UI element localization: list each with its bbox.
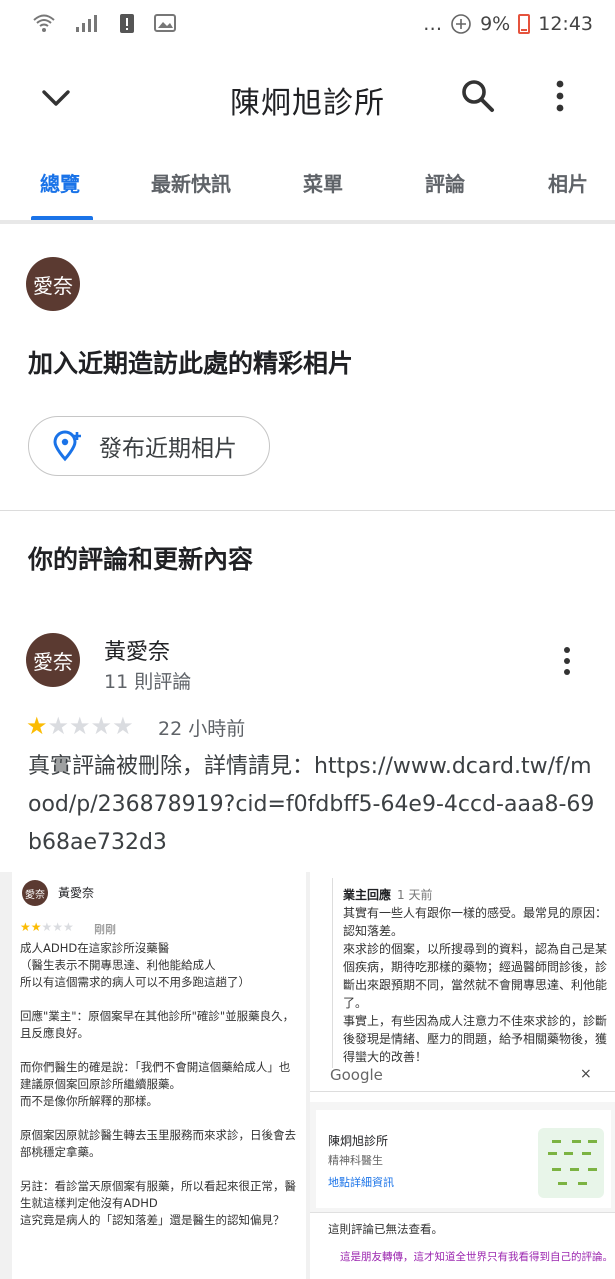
avatar: 愛奈: [26, 257, 80, 311]
review-attachment-image[interactable]: 愛奈 黃愛奈 ★★★★★ 剛剛 成人ADHD在這家診所沒藥醫 （醫生表示不開專思…: [0, 872, 615, 1279]
notice-text: 這則評論已無法查看。: [328, 1222, 443, 1236]
search-icon[interactable]: [460, 78, 496, 114]
signal-icon: [76, 15, 97, 32]
star-icon: ★: [26, 712, 48, 740]
star-icon: ★: [47, 712, 70, 740]
alert-icon: [120, 14, 134, 33]
tab-bar: 總覽 最新快訊 菜單 評論 相片: [0, 150, 615, 224]
review-time: 22 小時前: [158, 718, 246, 740]
photo-section-title: 加入近期造訪此處的精彩相片: [28, 349, 354, 378]
tab-overview[interactable]: 總覽: [40, 168, 80, 197]
owner-reply-time: 1 天前: [397, 888, 433, 902]
mini-map: [538, 1128, 604, 1198]
tab-photos[interactable]: 相片: [548, 168, 588, 197]
embedded-time: 剛剛: [94, 923, 116, 936]
reviewer-name[interactable]: 黃愛奈: [104, 634, 170, 666]
place-details-link: 地點詳細資訊: [328, 1176, 394, 1189]
status-icons-right: … 9% 12:43: [423, 13, 593, 35]
star-icon: ★: [90, 712, 113, 740]
post-photo-label: 發布近期相片: [99, 436, 237, 462]
close-icon: ×: [580, 1066, 592, 1082]
owner-reply-header: 業主回應 1 天前: [343, 886, 432, 903]
place-name: 陳炯旭診所: [328, 1134, 389, 1148]
avatar: 愛奈: [22, 880, 48, 906]
embedded-star-rating: ★★★★★: [20, 920, 74, 934]
status-dots: …: [423, 13, 443, 35]
post-photo-button[interactable]: 發布近期相片: [28, 416, 270, 476]
star-icon: ★: [112, 712, 134, 740]
wifi-icon: [33, 14, 55, 32]
reviewer-avatar[interactable]: 愛奈: [26, 633, 80, 687]
battery-percent: 9%: [480, 13, 511, 35]
tab-reviews[interactable]: 評論: [425, 168, 465, 197]
page-title: 陳炯旭診所: [230, 86, 385, 121]
tab-menu[interactable]: 菜單: [303, 168, 343, 197]
more-vert-icon[interactable]: [548, 76, 572, 116]
star-icon: ★: [69, 712, 91, 740]
embedded-author: 黃愛奈: [58, 886, 95, 900]
star-icon: ★★: [20, 920, 42, 934]
tab-indicator: [31, 216, 93, 220]
place-type: 精神科醫生: [328, 1154, 383, 1167]
owner-reply-body: 其實有一些人有跟你一樣的感受。最常見的原因：認知落差。 來求診的個案，以所搜尋到…: [343, 906, 608, 1064]
more-vert-icon[interactable]: [556, 646, 578, 676]
embedded-review-body: 成人ADHD在這家診所沒藥醫 （醫生表示不開專思達、利他能給成人 所以有這個需求…: [20, 941, 296, 1227]
notice-caption: 這是朋友轉傳，這才知道全世界只有我看得到自己的評論。: [340, 1251, 613, 1263]
add-circle-icon: [451, 14, 471, 34]
attachment-right-panel: 業主回應 1 天前 其實有一些人有跟你一樣的感受。最常見的原因：認知落差。 來求診…: [310, 872, 615, 1279]
status-icons-left: [32, 12, 176, 34]
attachment-left-panel: 愛奈 黃愛奈 ★★★★★ 剛剛 成人ADHD在這家診所沒藥醫 （醫生表示不開專思…: [12, 872, 306, 1279]
divider: [0, 510, 615, 511]
image-icon: [154, 14, 176, 32]
place-card-inner: 陳炯旭診所 精神科醫生 地點詳細資訊: [316, 1110, 611, 1208]
google-logo: Google: [330, 1066, 383, 1084]
google-bar: Google ×: [310, 1062, 615, 1092]
status-bar: … 9% 12:43: [0, 0, 615, 50]
place-card: 陳炯旭診所 精神科醫生 地點詳細資訊: [310, 1102, 615, 1212]
star-icon: ★★★: [41, 920, 74, 934]
review-text: 真實評論被刪除，詳情請見：https://www.dcard.tw/f/mood…: [28, 754, 595, 855]
star-rating: ★ ★ ★ ★ ★: [26, 712, 134, 740]
clock: 12:43: [538, 13, 593, 35]
notice: 這則評論已無法查看。 這是朋友轉傳，這才知道全世界只有我看得到自己的評論。: [310, 1212, 615, 1279]
battery-icon: [518, 14, 531, 34]
add-location-icon: [53, 430, 81, 462]
owner-reply: 業主回應 1 天前 其實有一些人有跟你一樣的感受。最常見的原因：認知落差。 來求診…: [332, 878, 615, 1068]
reviews-section-title: 你的評論和更新內容: [28, 545, 254, 574]
app-bar: 陳炯旭診所: [0, 50, 615, 145]
tab-updates[interactable]: 最新快訊: [151, 168, 231, 197]
owner-label: 業主回應: [343, 888, 392, 902]
review-count: 11 則評論: [104, 671, 192, 693]
